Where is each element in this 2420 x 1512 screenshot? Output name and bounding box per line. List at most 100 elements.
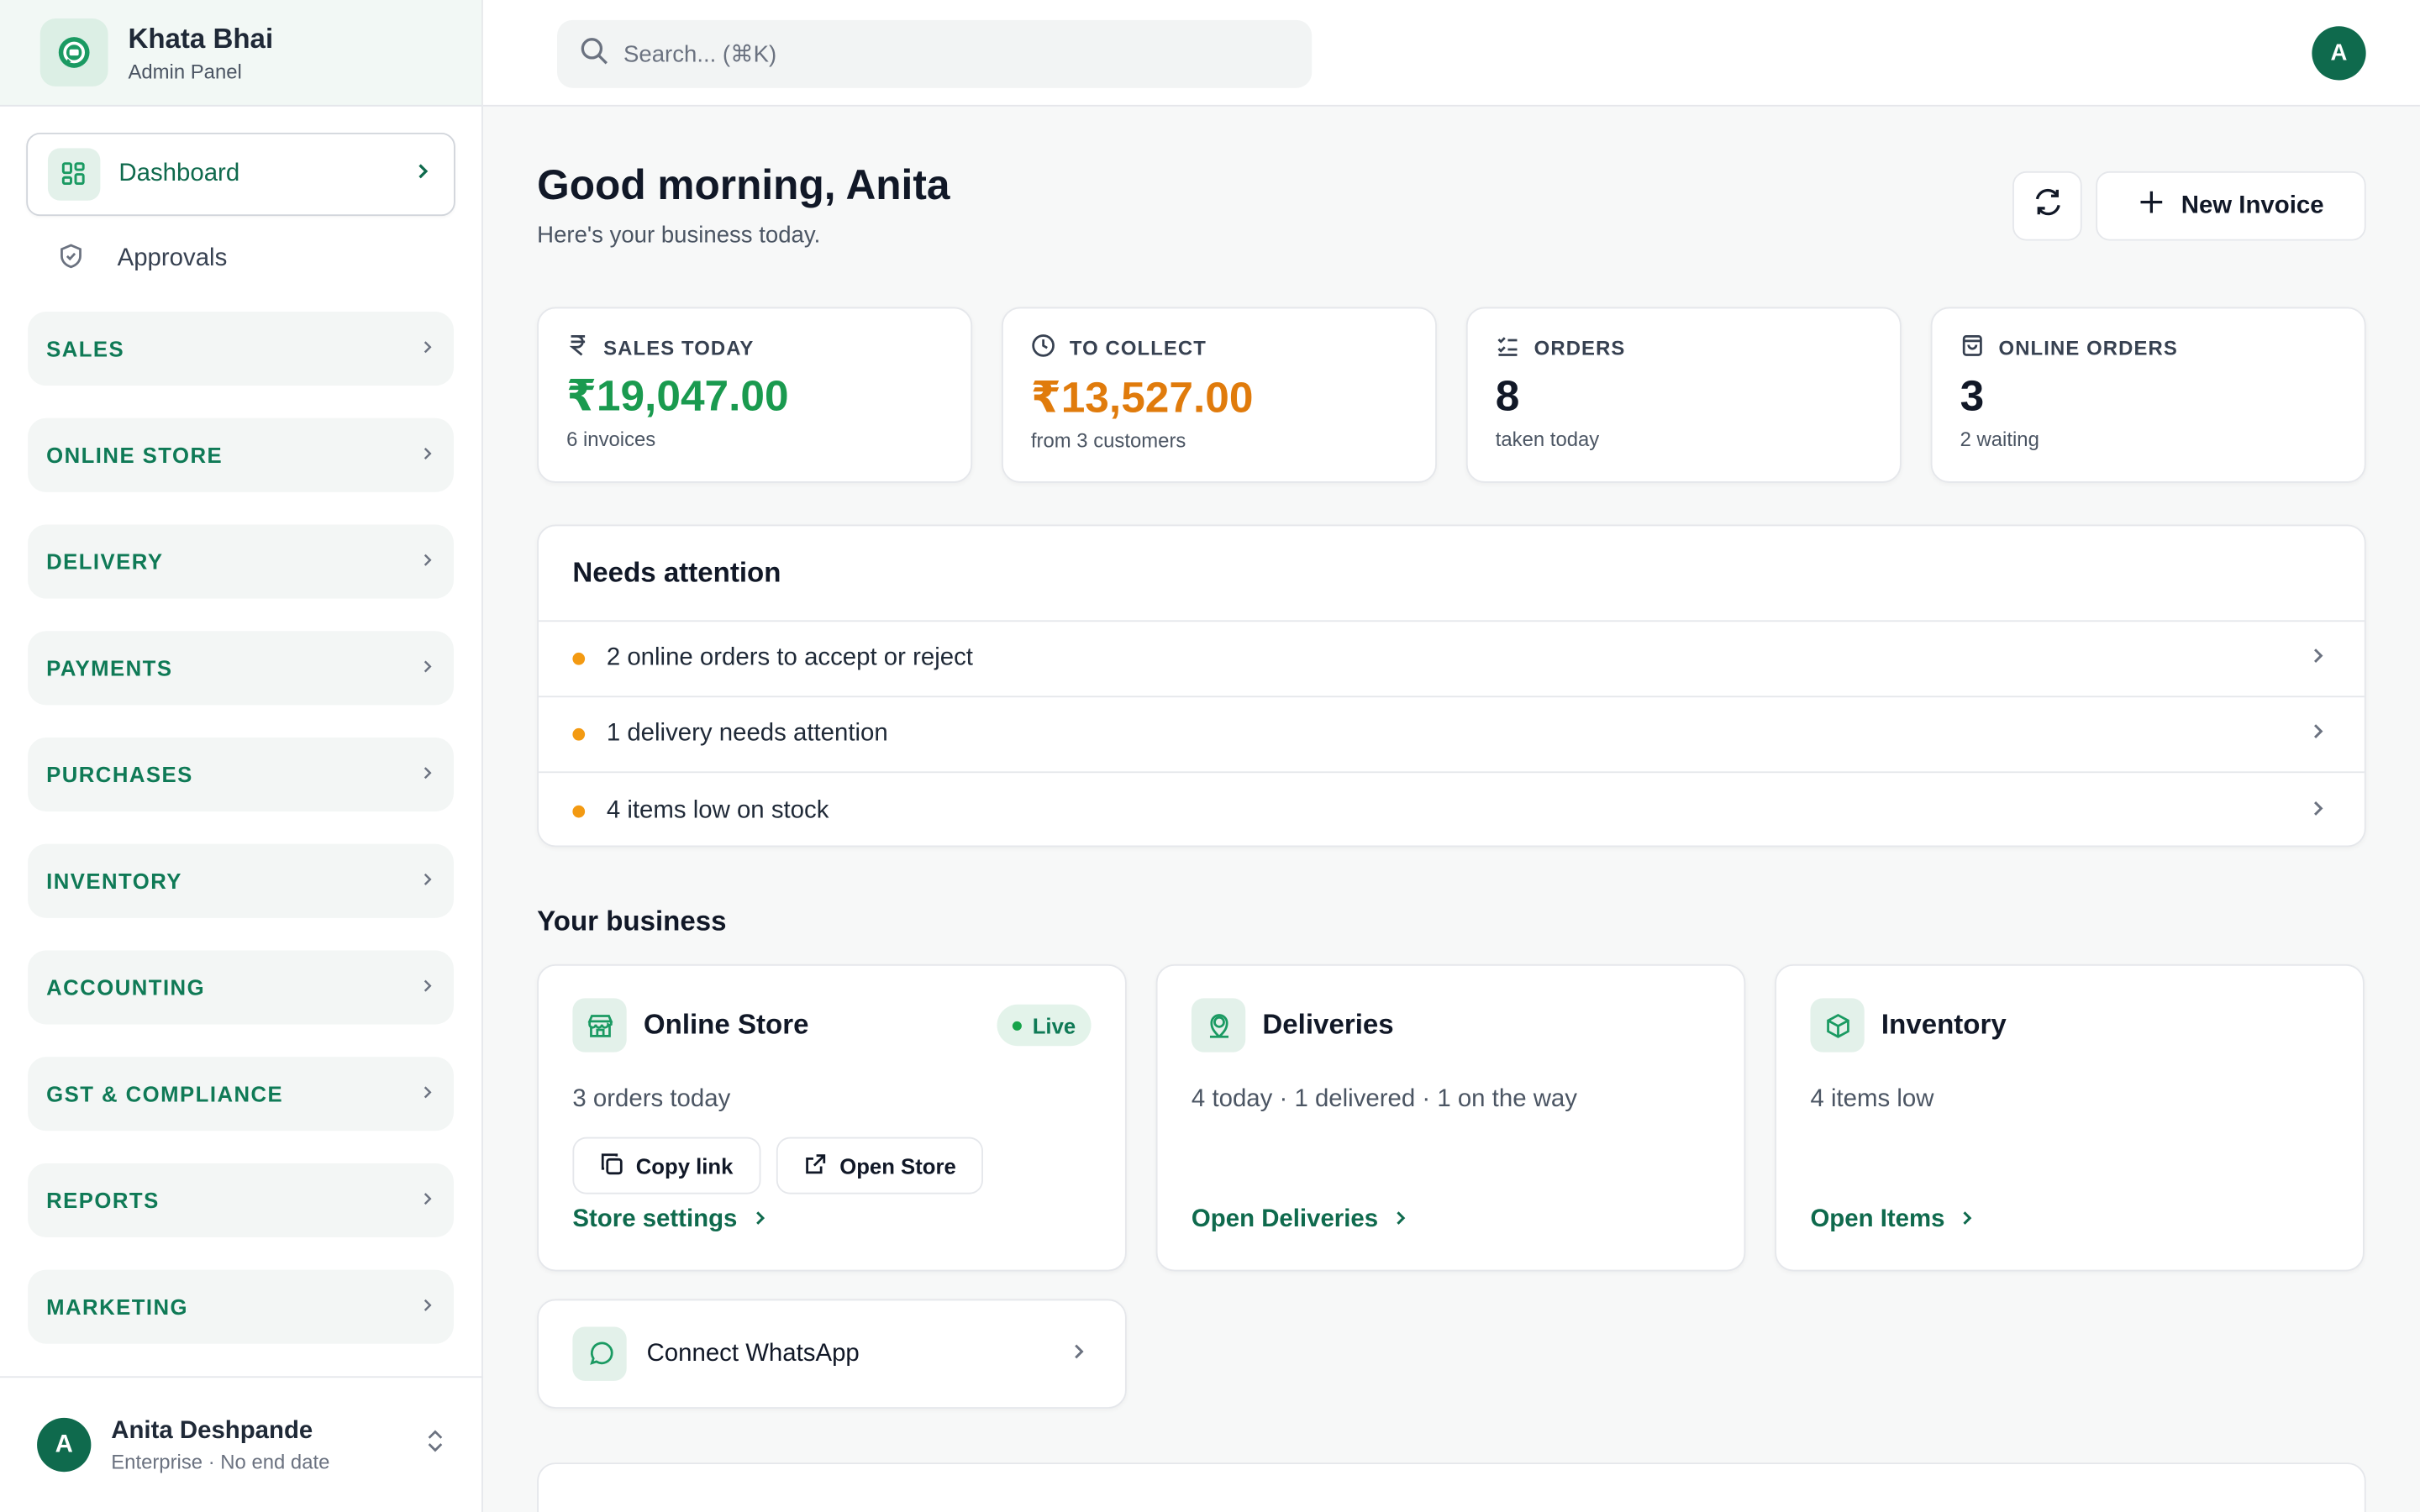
chevron-right-icon <box>420 974 435 1001</box>
chevron-right-icon <box>2309 797 2328 825</box>
user-name: Anita Deshpande <box>111 1417 313 1444</box>
stat-note: 2 waiting <box>1960 427 2039 451</box>
stat-card-online-orders[interactable]: ONLINE ORDERS 3 2 waiting <box>1930 307 2366 483</box>
stat-value: ₹13,527.00 <box>1030 373 1254 422</box>
brand-header: Khata Bhai Admin Panel <box>0 0 482 107</box>
sidebar-item-label: Dashboard <box>118 160 240 187</box>
attention-item-text: 2 online orders to accept or reject <box>606 644 973 671</box>
section-label: MARKETING <box>46 1294 189 1320</box>
needs-attention-panel: Needs attention 2 online orders to accep… <box>537 524 2366 848</box>
stat-label: ORDERS <box>1534 336 1626 360</box>
card-title: Online Store <box>643 1009 809 1040</box>
card-title: Deliveries <box>1262 1009 1394 1040</box>
sidebar-section-gst-compliance[interactable]: GST & COMPLIANCE <box>28 1057 454 1131</box>
warning-dot-icon <box>572 727 586 741</box>
copy-icon <box>600 1152 623 1179</box>
card-meta: 4 items low <box>1810 1086 1934 1113</box>
shield-check-icon <box>57 241 85 276</box>
chevron-right-icon <box>751 1206 768 1234</box>
open-store-button[interactable]: Open Store <box>776 1137 984 1194</box>
refresh-icon <box>2030 185 2064 227</box>
external-link-icon <box>804 1152 828 1179</box>
chevron-right-icon <box>420 1186 435 1214</box>
bottom-panel <box>537 1462 2366 1512</box>
stat-value: 8 <box>1495 371 1520 420</box>
refresh-button[interactable] <box>2012 171 2082 241</box>
needs-attention-title: Needs attention <box>539 526 2365 622</box>
attention-item-text: 4 items low on stock <box>606 796 829 823</box>
stat-note: 6 invoices <box>566 427 656 451</box>
plus-icon <box>2138 188 2165 223</box>
stat-card-to-collect[interactable]: TO COLLECT ₹13,527.00 from 3 customers <box>1002 307 1437 483</box>
open-store-label: Open Store <box>839 1152 956 1179</box>
sidebar-section-purchases[interactable]: PURCHASES <box>28 737 454 812</box>
section-label: INVENTORY <box>46 869 182 894</box>
new-invoice-button[interactable]: New Invoice <box>2096 171 2366 241</box>
sidebar-section-accounting[interactable]: ACCOUNTING <box>28 950 454 1025</box>
stat-label: SALES TODAY <box>603 335 755 360</box>
stat-note: from 3 customers <box>1030 428 1186 453</box>
sidebar-section-payments[interactable]: PAYMENTS <box>28 631 454 706</box>
card-meta: 3 orders today <box>572 1086 731 1113</box>
section-label: ONLINE STORE <box>46 443 224 468</box>
search-input[interactable] <box>623 40 1272 67</box>
chevron-right-icon <box>420 654 435 682</box>
brand-title: Khata Bhai <box>128 22 274 54</box>
rupee-icon <box>566 333 590 361</box>
section-label: ACCOUNTING <box>46 974 206 1000</box>
attention-item[interactable]: 4 items low on stock <box>539 773 2365 848</box>
open-deliveries-link[interactable]: Open Deliveries <box>1192 1206 1409 1234</box>
connect-whatsapp-card[interactable]: Connect WhatsApp <box>537 1299 1127 1409</box>
sidebar-section-online-store[interactable]: ONLINE STORE <box>28 417 454 492</box>
copy-link-label: Copy link <box>635 1152 734 1179</box>
inventory-card: Inventory 4 items low Open Items <box>1775 963 2365 1272</box>
main-content: Good morning, Anita Here's your business… <box>483 107 2420 1512</box>
user-menu[interactable]: A Anita Deshpande Enterprise · No end da… <box>0 1376 483 1512</box>
chevron-right-icon <box>2309 721 2328 748</box>
sidebar-item-dashboard[interactable]: Dashboard <box>26 132 455 217</box>
chevron-right-icon <box>420 335 435 363</box>
stat-value: 3 <box>1960 371 1985 420</box>
chevron-right-icon <box>420 548 435 575</box>
package-icon <box>1810 998 1865 1053</box>
section-label: SALES <box>46 336 125 361</box>
open-items-link[interactable]: Open Items <box>1810 1206 1975 1234</box>
chevron-right-icon <box>1070 1340 1088 1368</box>
copy-link-button[interactable]: Copy link <box>572 1137 761 1194</box>
attention-item[interactable]: 1 delivery needs attention <box>539 697 2365 774</box>
sidebar-item-label: Approvals <box>117 245 228 272</box>
warning-dot-icon <box>572 652 586 665</box>
brand-logo-icon <box>39 18 108 87</box>
sidebar-section-sales[interactable]: SALES <box>28 312 454 386</box>
search-bar[interactable] <box>557 19 1313 88</box>
connect-whatsapp-label: Connect WhatsApp <box>646 1340 860 1367</box>
dashboard-grid-icon <box>47 148 101 201</box>
warning-dot-icon <box>572 804 586 817</box>
chevron-up-down-icon <box>424 1427 446 1462</box>
link-label: Open Deliveries <box>1191 1206 1379 1233</box>
chevron-right-icon <box>413 160 432 188</box>
profile-avatar[interactable]: A <box>2312 26 2366 81</box>
chevron-right-icon <box>420 441 435 469</box>
sidebar-section-delivery[interactable]: DELIVERY <box>28 524 454 599</box>
link-label: Open Items <box>1810 1206 1945 1233</box>
shopping-bag-icon <box>1960 333 1985 363</box>
stat-card-orders[interactable]: ORDERS 8 taken today <box>1465 307 1902 483</box>
stat-value: ₹19,047.00 <box>566 371 789 420</box>
store-settings-link[interactable]: Store settings <box>572 1206 768 1234</box>
chevron-right-icon <box>1959 1206 1975 1234</box>
store-icon <box>572 998 627 1053</box>
chevron-right-icon <box>2309 645 2328 673</box>
sidebar-item-approvals[interactable]: Approvals <box>26 216 455 302</box>
sidebar: Khata Bhai Admin Panel Dashboard Approva… <box>0 0 483 1512</box>
sidebar-sections: SALES ONLINE STORE DELIVERY PAYMENTS PUR… <box>0 302 481 1344</box>
attention-item[interactable]: 2 online orders to accept or reject <box>539 622 2365 698</box>
chevron-right-icon <box>420 760 435 788</box>
sidebar-section-inventory[interactable]: INVENTORY <box>28 843 454 918</box>
sidebar-section-marketing[interactable]: MARKETING <box>28 1269 454 1344</box>
stat-card-sales-today[interactable]: SALES TODAY ₹19,047.00 6 invoices <box>537 307 973 483</box>
your-business-title: Your business <box>537 906 727 937</box>
deliveries-card: Deliveries 4 today · 1 delivered · 1 on … <box>1155 963 1746 1272</box>
sidebar-section-reports[interactable]: REPORTS <box>28 1163 454 1238</box>
delivery-person-icon <box>1191 998 1246 1053</box>
